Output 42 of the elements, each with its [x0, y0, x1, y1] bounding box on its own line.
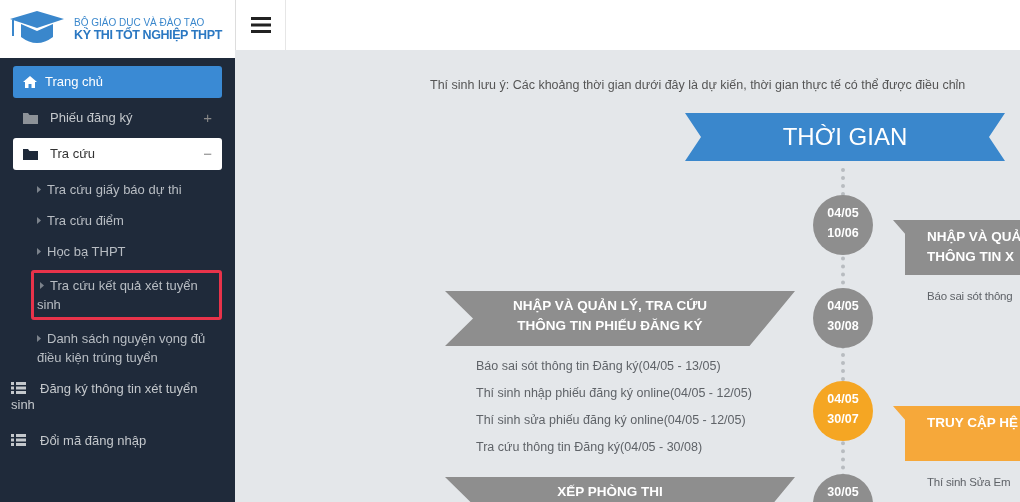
- logo-subtitle: BỘ GIÁO DỤC VÀ ĐÀO TẠO: [74, 16, 206, 28]
- sidebar-item[interactable]: Đổi mã đăng nhập: [1, 425, 222, 457]
- list-icon: [11, 434, 26, 446]
- submenu-item[interactable]: Tra cứu kết quả xét tuyển sinh: [31, 270, 222, 320]
- event-item: Thí sinh Sửa Em: [926, 476, 1012, 488]
- caret-icon: [40, 282, 44, 289]
- event-title: THÔNG TIN X: [927, 248, 1014, 266]
- submenu-item[interactable]: Học bạ THPT: [13, 236, 222, 267]
- event-title: NHẬP VÀ QUẢN LÝ, TRA CỨU: [512, 297, 708, 315]
- submenu-item[interactable]: Danh sách nguyện vọng đủ điều kiện trúng tuyển: [13, 323, 222, 373]
- timeline-title-banner: THỜI GIAN: [685, 113, 1005, 161]
- event-item: Báo sai sót thông: [926, 290, 1014, 302]
- date-circle: 30/05: [813, 474, 873, 502]
- menu-icon[interactable]: [251, 17, 271, 33]
- toggle-sign: +: [203, 110, 212, 126]
- event-item: Báo sai sót thông tin Đăng ký(04/05 - 13/05): [475, 359, 722, 373]
- notice-text: Thí sinh lưu ý: Các khoảng thời gian dưới đây là dự kiến, thời gian thực tế có thể được điều chỉn: [430, 78, 966, 92]
- date-circle: 04/05 30/08: [813, 288, 873, 348]
- event-item: Tra cứu thông tin Đăng ký(04/05 - 30/08): [475, 440, 704, 454]
- date-circle: 04/05 10/06: [813, 195, 873, 255]
- folder-icon: [23, 148, 38, 160]
- caret-icon: [37, 335, 41, 342]
- caret-icon: [37, 217, 41, 224]
- submenu-item[interactable]: Tra cứu giấy báo dự thi: [13, 174, 222, 205]
- event-title: THÔNG TIN PHIẾU ĐĂNG KÝ: [517, 317, 703, 335]
- caret-icon: [37, 248, 41, 255]
- list-icon: [11, 382, 26, 394]
- event-title: TRUY CẬP HỆ: [927, 414, 1019, 432]
- event-item: Thí sinh sửa phiếu đăng ký online(04/05 - 12/05): [475, 413, 747, 427]
- caret-icon: [37, 186, 41, 193]
- folder-icon: [23, 112, 38, 124]
- logo-title: KỲ THI TỐT NGHIỆP THPT: [74, 27, 222, 42]
- sidebar-item[interactable]: Đăng ký thông tin xét tuyển sinh: [1, 373, 222, 421]
- date-circle: 04/05 30/07: [813, 381, 873, 441]
- submenu-item[interactable]: Tra cứu điểm: [13, 205, 222, 236]
- home-icon: [23, 76, 37, 88]
- sidebar-item[interactable]: Phiếu đăng ký +: [13, 102, 222, 134]
- toggle-sign: −: [203, 146, 212, 162]
- event-title: XẾP PHÒNG THI: [557, 483, 663, 501]
- sidebar-item[interactable]: Tra cứu −: [13, 138, 222, 170]
- event-item: Thí sinh nhập phiếu đăng ký online(04/05 - 12/05): [475, 386, 753, 400]
- sidebar-item[interactable]: Trang chủ: [13, 66, 222, 98]
